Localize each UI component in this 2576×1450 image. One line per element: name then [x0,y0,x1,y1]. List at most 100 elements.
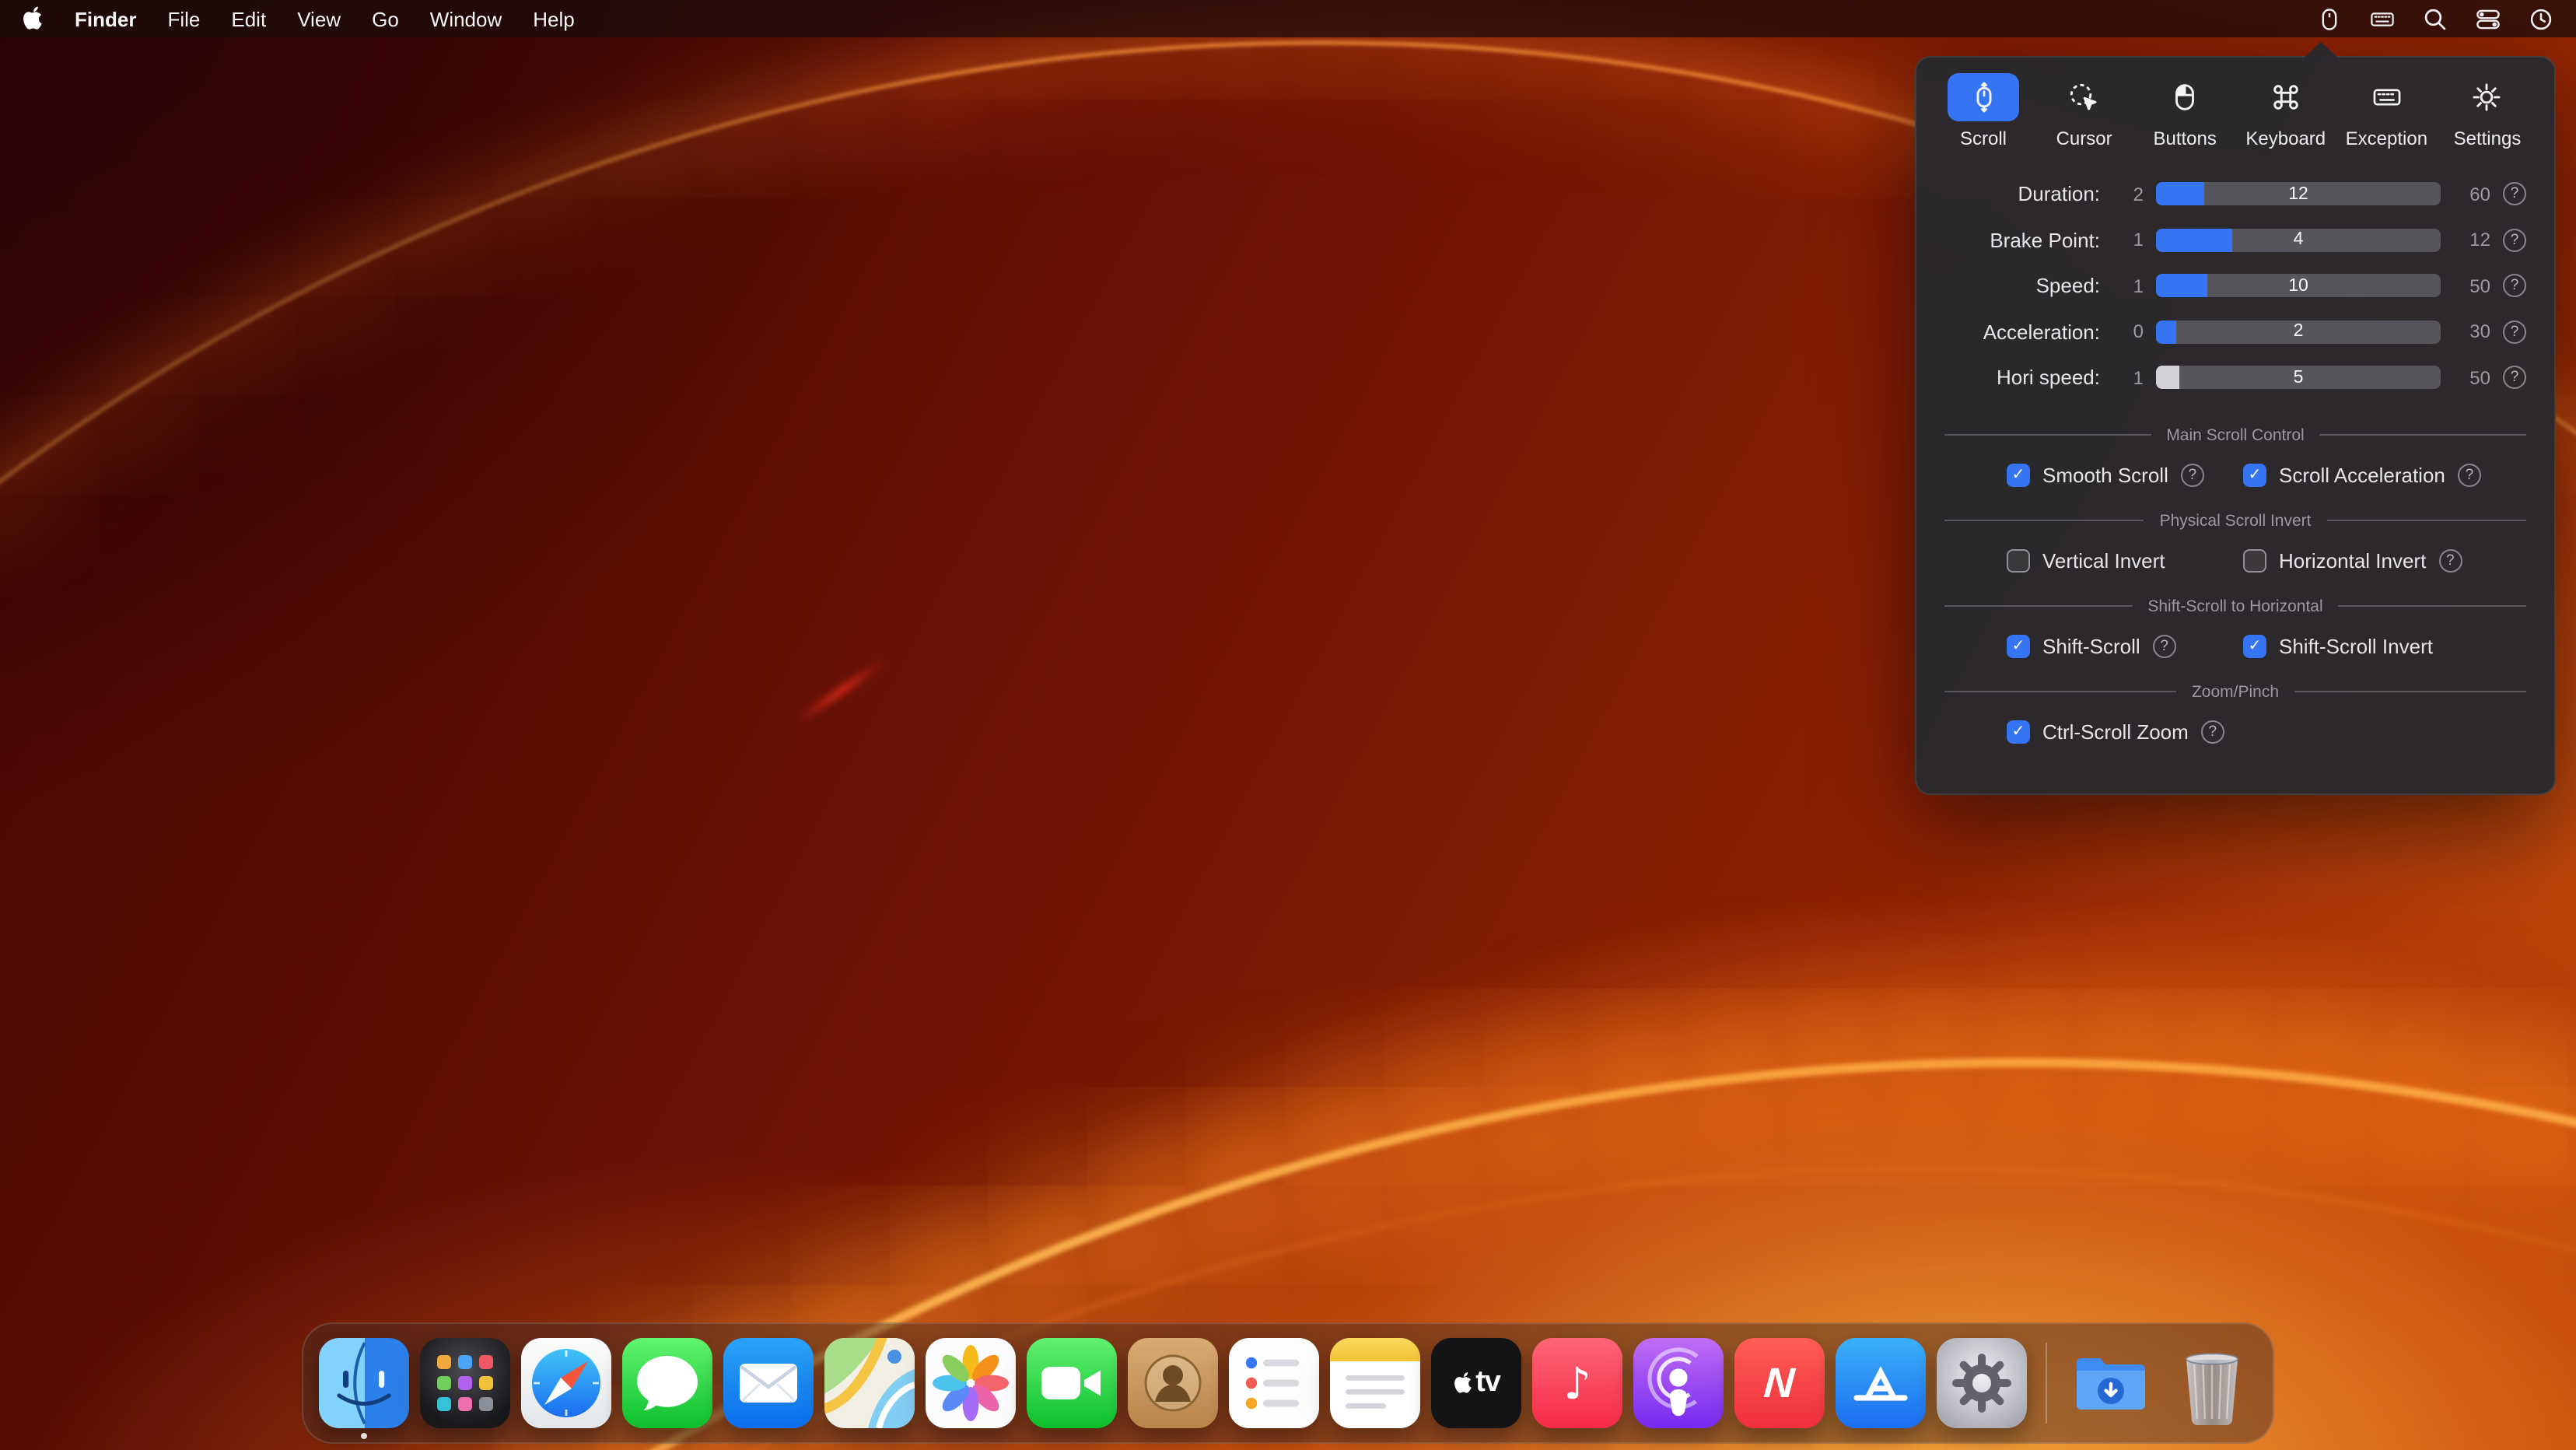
slider-max-value: 30 [2453,321,2490,343]
slider-current-value: 12 [2156,183,2441,206]
menu-item-window[interactable]: Window [430,7,502,30]
dock-item-music[interactable]: ♪ [1532,1338,1622,1428]
active-app-menu[interactable]: Finder [75,7,136,30]
tab-settings[interactable]: Settings [2442,73,2532,149]
downloads-app-icon [2066,1338,2156,1428]
slider-current-value: 4 [2156,229,2441,252]
slider-min-value: 2 [2112,184,2144,205]
panel-tab-bar: ScrollCursor Buttons Keyboard Exception Sett… [1916,58,2554,152]
help-icon[interactable]: ? [2181,463,2204,486]
dock-item-maps[interactable] [824,1338,915,1428]
checkbox-shift-scroll-invert[interactable]: ✓Shift-Scroll Invert [2243,634,2433,657]
checkbox-sections: Main Scroll Control✓Smooth Scroll?✓Scrol… [1916,404,2554,752]
brake-point-slider[interactable]: 4 [2156,229,2441,252]
exception-tab-icon [2350,73,2422,121]
dock-item-settings[interactable] [1937,1338,2027,1428]
dock-item-finder[interactable] [319,1338,409,1428]
hori-speed-slider[interactable]: 5 [2156,366,2441,390]
dock-item-downloads[interactable] [2066,1338,2156,1428]
help-icon[interactable]: ? [2503,183,2526,206]
checkbox-scroll-acceleration[interactable]: ✓Scroll Acceleration? [2243,463,2481,486]
dock-item-notes[interactable] [1330,1338,1420,1428]
checkbox-box[interactable]: ✓ [2243,634,2266,657]
help-icon[interactable]: ? [2503,366,2526,390]
acceleration-slider[interactable]: 2 [2156,320,2441,344]
running-indicator [361,1433,367,1439]
dock-item-podcasts[interactable] [1633,1338,1724,1428]
checkbox-horizontal-invert[interactable]: Horizontal Invert? [2243,548,2462,572]
speed-slider[interactable]: 10 [2156,275,2441,298]
slider-min-value: 1 [2112,229,2144,251]
clock-icon[interactable] [2528,5,2554,32]
mos-mouse-icon[interactable] [2316,5,2343,32]
checkbox-box[interactable]: ✓ [2007,634,2030,657]
tv-app-icon: tv [1431,1338,1521,1428]
tab-buttons[interactable]: Buttons [2140,73,2230,149]
menu-item-help[interactable]: Help [533,7,575,30]
tab-cursor[interactable]: Cursor [2039,73,2130,149]
slider-max-value: 50 [2453,275,2490,297]
menu-item-file[interactable]: File [167,7,200,30]
dock-item-launchpad[interactable] [420,1338,510,1428]
dock-item-tv[interactable]: tv [1431,1338,1521,1428]
checkbox-label: Horizontal Invert [2279,548,2426,572]
checkbox-box[interactable]: ✓ [2243,463,2266,486]
reminders-app-icon [1229,1338,1319,1428]
help-icon[interactable]: ? [2153,634,2176,657]
dock-item-contacts[interactable] [1128,1338,1218,1428]
dock-item-messages[interactable] [622,1338,712,1428]
notes-app-icon [1330,1338,1420,1428]
divider-line [1944,434,2151,436]
checkbox-smooth-scroll[interactable]: ✓Smooth Scroll? [2007,463,2243,486]
dock: tv♪ N [302,1322,2274,1444]
checkbox-box[interactable] [2243,548,2266,572]
keyboard-viewer-icon[interactable] [2369,5,2396,32]
duration-slider[interactable]: 12 [2156,183,2441,206]
checkbox-box[interactable] [2007,548,2030,572]
dock-item-photos[interactable] [926,1338,1016,1428]
apple-logo-icon[interactable] [22,5,44,32]
tab-label: Buttons [2153,128,2216,149]
desktop: Finder File Edit View Go Window Help ScrollCu… [0,0,2576,1450]
help-icon[interactable]: ? [2201,720,2224,743]
menu-item-view[interactable]: View [297,7,341,30]
checkbox-label: Vertical Invert [2042,548,2165,572]
checkbox-box[interactable]: ✓ [2007,463,2030,486]
facetime-app-icon [1027,1338,1117,1428]
tab-exception[interactable]: Exception [2341,73,2431,149]
tab-keyboard[interactable]: Keyboard [2241,73,2331,149]
spotlight-search-icon[interactable] [2422,5,2448,32]
help-icon[interactable]: ? [2458,463,2481,486]
buttons-tab-icon [2149,73,2221,121]
slider-row-hori-speed: Hori speed:1550? [1944,355,2526,401]
checkbox-ctrl-scroll-zoom[interactable]: ✓Ctrl-Scroll Zoom? [2007,720,2243,743]
menu-item-edit[interactable]: Edit [231,7,266,30]
checkbox-vertical-invert[interactable]: Vertical Invert [2007,548,2243,572]
checks-row: ✓Ctrl-Scroll Zoom? [1944,710,2526,752]
dock-item-trash[interactable] [2167,1338,2257,1428]
help-icon[interactable]: ? [2503,275,2526,298]
slider-current-value: 2 [2156,320,2441,344]
tab-label: Exception [2346,128,2427,149]
keyboard-tab-icon [2250,73,2322,121]
slider-group: Duration:21260?Brake Point:1412?Speed:11… [1916,152,2554,404]
menu-item-go[interactable]: Go [372,7,399,30]
slider-min-value: 1 [2112,367,2144,389]
slider-row-brake-point: Brake Point:1412? [1944,217,2526,263]
dock-item-reminders[interactable] [1229,1338,1319,1428]
checkbox-shift-scroll[interactable]: ✓Shift-Scroll? [2007,634,2243,657]
help-icon[interactable]: ? [2503,320,2526,344]
tab-scroll[interactable]: Scroll [1938,73,2028,149]
slider-label: Duration: [1944,183,2100,206]
mos-preferences-popover: ScrollCursor Buttons Keyboard Exception Sett… [1915,56,2556,794]
checkbox-box[interactable]: ✓ [2007,720,2030,743]
divider-line [2320,434,2526,436]
help-icon[interactable]: ? [2438,548,2462,572]
dock-item-facetime[interactable] [1027,1338,1117,1428]
dock-item-appstore[interactable] [1836,1338,1926,1428]
help-icon[interactable]: ? [2503,229,2526,252]
dock-item-mail[interactable] [723,1338,814,1428]
dock-item-news[interactable]: N [1734,1338,1825,1428]
control-center-icon[interactable] [2475,5,2501,32]
dock-item-safari[interactable] [521,1338,611,1428]
